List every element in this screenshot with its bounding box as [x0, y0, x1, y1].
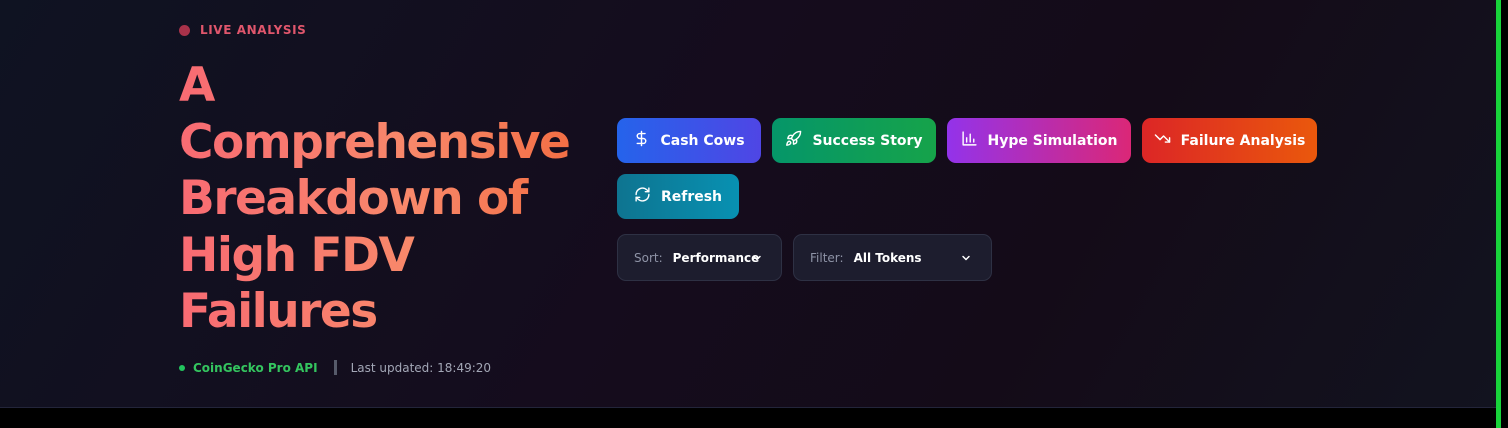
hero-section: LIVE ANALYSIS A Comprehensive Breakdown … — [0, 0, 1496, 408]
title-line: High FDV — [179, 227, 414, 283]
success-story-button[interactable]: Success Story — [772, 118, 936, 163]
hype-simulation-label: Hype Simulation — [987, 132, 1118, 149]
live-badge-label: LIVE ANALYSIS — [200, 23, 307, 37]
refresh-label: Refresh — [660, 188, 723, 205]
refresh-icon — [634, 186, 651, 207]
cash-cows-label: Cash Cows — [660, 132, 745, 149]
status-dot — [179, 364, 185, 371]
filter-label: Filter: — [810, 250, 844, 265]
bar-chart-icon — [961, 130, 978, 151]
title-line: A — [179, 58, 214, 113]
title-line: Comprehensive — [179, 114, 570, 170]
failure-analysis-label: Failure Analysis — [1180, 132, 1306, 149]
hype-simulation-button[interactable]: Hype Simulation — [947, 118, 1131, 163]
last-updated-text: Last updated: 18:49:20 — [350, 360, 492, 375]
data-source-status: CoinGecko Pro API Last updated: 18:49:20 — [179, 360, 491, 375]
success-story-label: Success Story — [812, 132, 923, 149]
live-badge: LIVE ANALYSIS — [179, 23, 306, 37]
chevron-down-icon — [960, 252, 972, 264]
filter-select[interactable]: Filter: All Tokens — [793, 234, 992, 281]
trending-down-icon — [1154, 130, 1171, 151]
failure-analysis-button[interactable]: Failure Analysis — [1142, 118, 1317, 163]
status-divider — [333, 360, 337, 375]
live-indicator-dot — [179, 24, 190, 36]
sort-label: Sort: — [634, 250, 663, 265]
chevron-down-icon — [751, 252, 763, 264]
title-line: Breakdown of — [179, 171, 527, 226]
sort-select[interactable]: Sort: Performance — [617, 234, 782, 281]
cash-cows-button[interactable]: Cash Cows — [617, 118, 761, 163]
dollar-icon — [633, 130, 650, 151]
rocket-icon — [785, 130, 802, 151]
data-source-label: CoinGecko Pro API — [193, 360, 318, 375]
right-accent-bar — [1496, 0, 1501, 428]
page-title: A Comprehensive Breakdown of High FDV Fa… — [179, 58, 599, 341]
refresh-button[interactable]: Refresh — [617, 174, 739, 219]
title-line: Failures — [179, 284, 377, 339]
filter-value: All Tokens — [853, 250, 922, 265]
sort-value: Performance — [672, 250, 760, 265]
